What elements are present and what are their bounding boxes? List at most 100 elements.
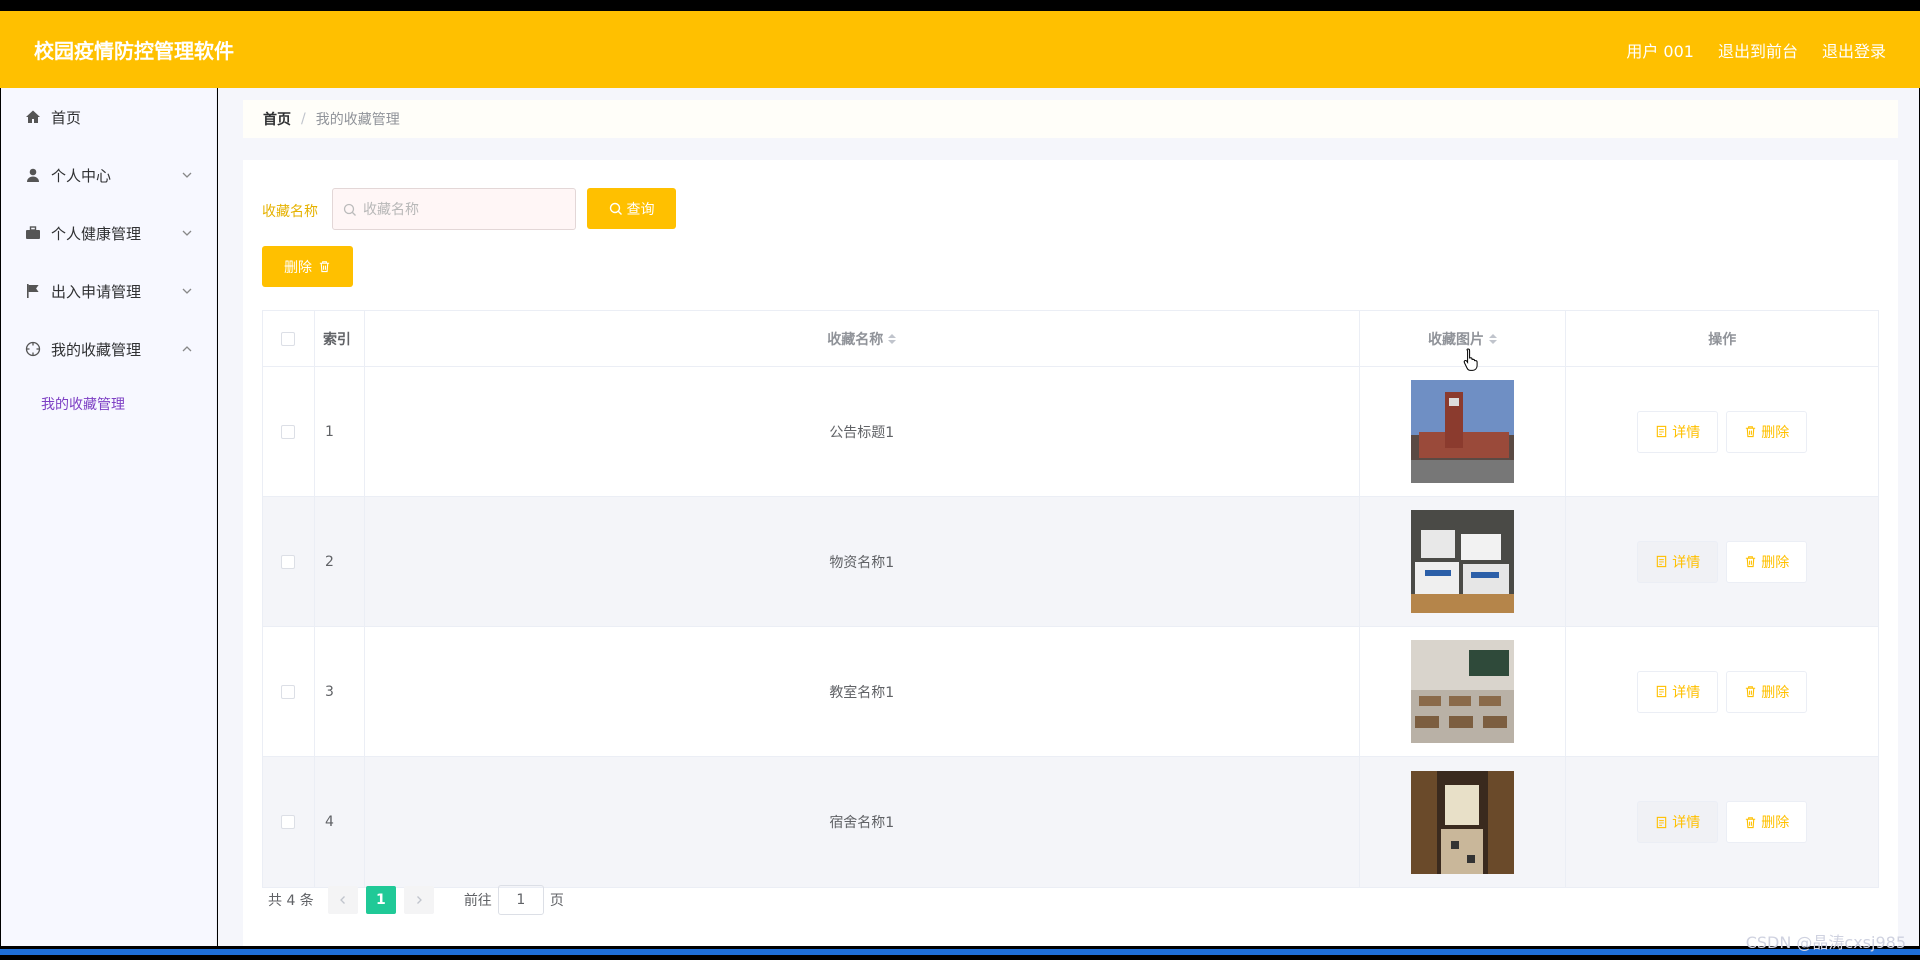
goto-page-input[interactable]: 1 [497, 885, 544, 915]
pagination-total: 共 4 条 [268, 893, 314, 909]
trash-icon [319, 261, 330, 273]
prev-page-button[interactable] [327, 886, 358, 914]
document-icon [1656, 425, 1667, 438]
row-image-cell [1360, 757, 1567, 887]
row-image-cell [1360, 497, 1567, 626]
favorite-thumbnail[interactable] [1411, 640, 1515, 743]
column-header-label: 收藏名称 [827, 331, 884, 348]
document-icon [1656, 555, 1667, 568]
detail-button[interactable]: 详情 [1637, 670, 1719, 713]
hand-cursor-icon [1463, 348, 1478, 371]
submenu-item-my-favorites[interactable]: 我的收藏管理 [1, 378, 216, 430]
row-actions: 详情 删除 [1566, 757, 1878, 887]
row-delete-button-label: 删除 [1761, 684, 1790, 701]
flag-icon [25, 283, 41, 299]
favorites-table: 索引 收藏名称 收藏图片 操作 1 公告标题1 详情 删除 2 物资名称1 详情… [262, 310, 1879, 888]
chevron-right-icon [416, 896, 422, 904]
search-icon [609, 202, 622, 215]
search-field[interactable] [332, 188, 576, 230]
goto-label: 前往 [463, 893, 492, 909]
next-page-button[interactable] [403, 886, 434, 914]
favorite-thumbnail[interactable] [1411, 380, 1515, 483]
row-delete-button[interactable]: 删除 [1726, 801, 1808, 843]
sidebar-item-label: 个人健康管理 [51, 224, 142, 243]
detail-button[interactable]: 详情 [1637, 540, 1719, 583]
trash-icon [1746, 556, 1756, 568]
breadcrumb-current: 我的收藏管理 [315, 112, 400, 128]
app-title: 校园疫情防控管理软件 [34, 39, 234, 63]
query-button[interactable]: 查询 [587, 188, 676, 229]
briefcase-icon [25, 225, 41, 241]
document-icon [1656, 685, 1667, 698]
bulk-delete-label: 删除 [284, 259, 312, 276]
breadcrumb-separator: / [301, 111, 306, 127]
column-header-actions: 操作 [1708, 331, 1737, 348]
detail-button-label: 详情 [1672, 684, 1701, 701]
logout-link[interactable]: 退出登录 [1822, 38, 1886, 62]
trash-icon [1746, 816, 1756, 828]
sort-icon[interactable] [888, 333, 897, 344]
search-input[interactable] [363, 201, 563, 217]
user-menu-link[interactable]: 用户 001 [1626, 38, 1694, 62]
pagination: 共 4 条 1 前往 1 页 [268, 885, 564, 915]
page-suffix: 页 [549, 893, 564, 909]
favorite-thumbnail[interactable] [1411, 770, 1515, 874]
bulk-delete-button[interactable]: 删除 [262, 246, 353, 287]
row-select-cell [263, 497, 315, 626]
row-index: 2 [315, 497, 365, 626]
favorite-thumbnail[interactable] [1411, 510, 1515, 613]
row-name: 宿舍名称1 [365, 757, 1360, 887]
row-actions: 详情 删除 [1566, 497, 1878, 626]
row-checkbox[interactable] [281, 424, 296, 439]
row-select-cell [263, 367, 315, 496]
detail-button-label: 详情 [1672, 554, 1701, 571]
table-row: 1 公告标题1 详情 删除 [263, 367, 1878, 497]
detail-button-label: 详情 [1672, 815, 1701, 831]
detail-button[interactable]: 详情 [1637, 801, 1719, 843]
row-name: 教室名称1 [365, 627, 1360, 756]
taskbar-progress-strip [0, 949, 1920, 955]
row-actions: 详情 删除 [1566, 367, 1878, 496]
row-checkbox[interactable] [281, 554, 296, 569]
select-all-checkbox[interactable] [281, 331, 296, 346]
row-select-cell [263, 757, 315, 887]
query-button-label: 查询 [626, 201, 655, 218]
chevron-up-icon [180, 342, 194, 356]
sidebar-item-label: 出入申请管理 [51, 282, 142, 301]
sort-icon[interactable] [1489, 333, 1498, 344]
sidebar-item-home[interactable]: 首页 [1, 88, 216, 146]
sidebar-item-access-request[interactable]: 出入申请管理 [1, 262, 216, 320]
detail-button-label: 详情 [1672, 424, 1701, 441]
window-top-strip [0, 0, 1920, 11]
sidebar-item-favorites[interactable]: 我的收藏管理 [1, 320, 216, 378]
page-number-button[interactable]: 1 [365, 886, 396, 914]
row-delete-button[interactable]: 删除 [1726, 540, 1808, 583]
sidebar-item-personal-center[interactable]: 个人中心 [1, 146, 216, 204]
document-icon [1656, 816, 1667, 828]
row-actions: 详情 删除 [1566, 627, 1878, 756]
row-checkbox[interactable] [281, 684, 296, 699]
column-header-index: 索引 [315, 311, 365, 366]
table-header: 索引 收藏名称 收藏图片 操作 [263, 311, 1878, 367]
column-header-name[interactable]: 收藏名称 [365, 311, 1360, 366]
detail-button[interactable]: 详情 [1637, 410, 1719, 453]
row-delete-button[interactable]: 删除 [1726, 410, 1808, 453]
exit-to-frontend-link[interactable]: 退出到前台 [1718, 38, 1798, 62]
watermark: CSDN @晶涛cxsj985 [1745, 933, 1906, 952]
table-row: 3 教室名称1 详情 删除 [263, 627, 1878, 757]
row-delete-button[interactable]: 删除 [1726, 670, 1808, 713]
row-index: 3 [315, 627, 365, 756]
row-name: 物资名称1 [365, 497, 1360, 626]
compass-icon [25, 341, 41, 357]
header-nav: 用户 001 退出到前台 退出登录 [1626, 38, 1886, 62]
sidebar-item-label: 我的收藏管理 [51, 340, 142, 359]
select-all-cell [263, 311, 315, 366]
breadcrumb-home[interactable]: 首页 [263, 109, 291, 129]
main-content: 首页 / 我的收藏管理 收藏名称 查询 删除 [218, 88, 1919, 946]
chevron-down-icon [180, 226, 194, 240]
row-checkbox[interactable] [281, 815, 296, 829]
row-delete-button-label: 删除 [1761, 815, 1790, 831]
app-root: 校园疫情防控管理软件 用户 001 退出到前台 退出登录 首页 个人中心 个人健… [0, 0, 1920, 960]
row-index: 1 [315, 367, 365, 496]
sidebar-item-health[interactable]: 个人健康管理 [1, 204, 216, 262]
